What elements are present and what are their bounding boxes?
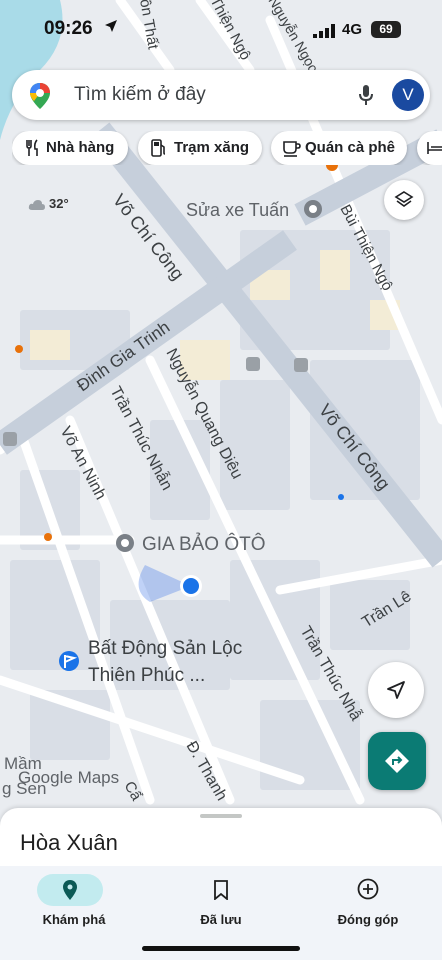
home-indicator[interactable]	[142, 946, 300, 951]
location-arrow-icon	[105, 20, 117, 32]
location-pin-icon	[63, 880, 77, 900]
network-type: 4G	[342, 21, 363, 38]
chip-restaurants[interactable]: Nhà hàng	[12, 131, 128, 165]
poi-dot	[15, 345, 23, 353]
clock: 09:26	[44, 18, 93, 39]
chip-coffee-shops[interactable]: Quán cà phê	[271, 131, 407, 165]
search-input[interactable]: Tìm kiếm ở đây	[74, 84, 206, 106]
poi-label-real-estate-2: Thiên Phúc ...	[88, 665, 205, 686]
chip-gas-stations[interactable]: Trạm xăng	[138, 131, 262, 165]
directions-button[interactable]	[368, 732, 426, 790]
directions-icon	[385, 749, 409, 773]
poi-dot	[44, 533, 52, 541]
fork-knife-icon	[26, 139, 38, 156]
area-name: Hòa Xuân	[20, 830, 118, 855]
chip-hotels[interactable]	[417, 131, 442, 165]
avatar[interactable]: V	[392, 79, 424, 111]
tab-contribute[interactable]: Đóng góp	[298, 874, 438, 927]
poi-label-sua-xe-tuan: Sửa xe Tuấn	[186, 200, 289, 220]
chip-label: Nhà hàng	[46, 139, 115, 156]
poi-dot	[338, 494, 344, 500]
battery-icon: 69	[371, 21, 401, 38]
drag-handle[interactable]	[200, 814, 242, 818]
mic-icon[interactable]	[358, 84, 374, 106]
tab-saved[interactable]: Đã lưu	[151, 874, 291, 927]
layers-button[interactable]	[384, 180, 424, 220]
bed-icon	[427, 142, 442, 154]
google-wordmark: Google	[18, 768, 73, 787]
bus-stop-icon[interactable]	[294, 358, 308, 372]
category-chips: Nhà hàng Trạm xăng Quán cà phê	[12, 131, 442, 165]
bus-stop-icon[interactable]	[246, 357, 260, 371]
add-circle-icon	[357, 878, 379, 900]
chip-label: Trạm xăng	[174, 139, 250, 156]
poi-label-real-estate-1: Bất Động Sản Lộc	[88, 638, 242, 659]
my-location-button[interactable]	[368, 662, 424, 718]
weather-badge: 32°	[28, 196, 69, 211]
cloud-icon	[28, 199, 45, 210]
search-bar[interactable]: Tìm kiếm ở đây V	[12, 70, 430, 120]
navigation-arrow-icon	[387, 681, 405, 699]
bookmark-icon	[214, 880, 228, 900]
maps-pin-icon	[30, 83, 50, 109]
signal-icon	[313, 24, 335, 38]
tab-label: Đóng góp	[337, 912, 399, 927]
tab-label: Đã lưu	[200, 912, 242, 927]
chip-label: Quán cà phê	[305, 139, 396, 156]
google-maps-logo: Google Maps	[18, 768, 119, 788]
status-bar: 09:26 4G 69	[0, 0, 442, 60]
bus-stop-icon[interactable]	[3, 432, 17, 446]
temperature: 32°	[49, 196, 69, 211]
maps-wordmark: Maps	[77, 768, 120, 787]
tab-explore[interactable]: Khám phá	[4, 874, 144, 927]
layers-icon	[394, 191, 414, 207]
gas-pump-icon	[151, 139, 166, 157]
poi-label-gia-bao-oto: GIA BẢO ÔTÔ	[142, 533, 266, 555]
tab-label: Khám phá	[42, 912, 106, 927]
coffee-cup-icon	[283, 141, 301, 157]
